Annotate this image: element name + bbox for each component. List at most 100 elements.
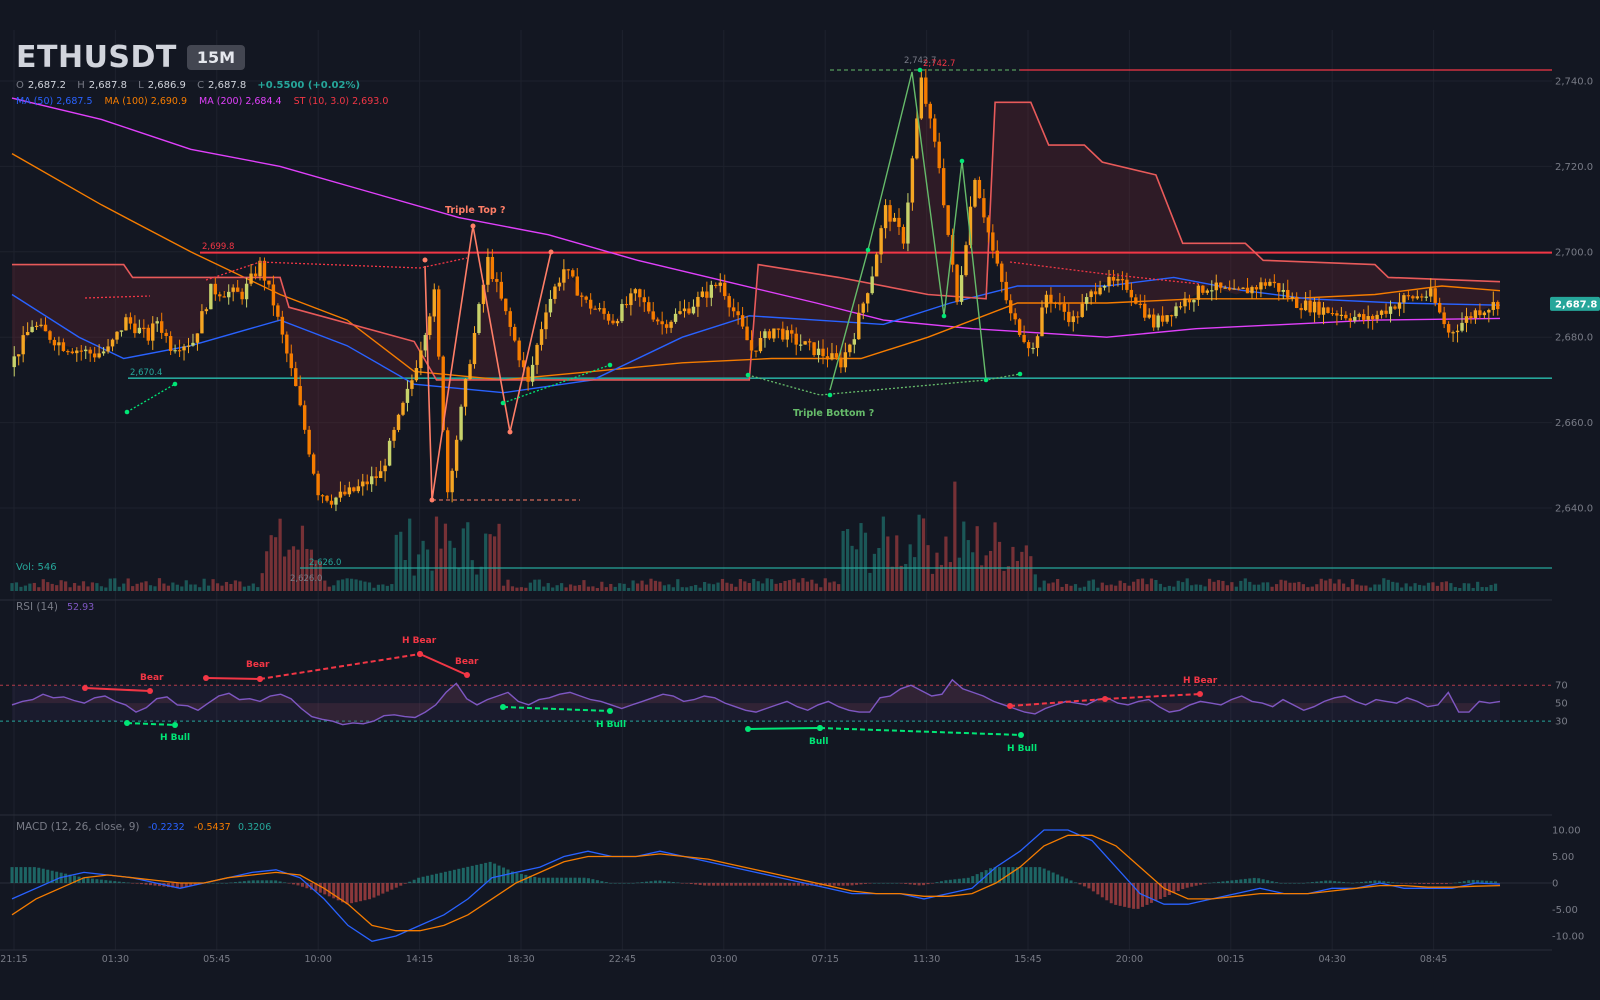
macd-hist-bar [1346, 882, 1350, 884]
timeframe-badge[interactable]: 15M [186, 45, 246, 70]
macd-hist-bar [86, 878, 90, 883]
macd-tick: -5.00 [1552, 905, 1578, 916]
volume-bar [46, 582, 50, 591]
rsi-pane[interactable]: Bear Bear H Bear Bear H Bull H Bull Bull H Bull… [0, 636, 1552, 754]
price-pane[interactable] [10, 67, 1552, 591]
candle-body [1062, 303, 1067, 312]
macd-hist-bar [1359, 881, 1363, 883]
rsi-divergence-label: Bear [246, 660, 270, 670]
macd-hist-bar [542, 877, 546, 883]
macd-hist-bar [117, 881, 121, 883]
macd-hist-bar [1082, 883, 1086, 887]
macd-hist-bar [430, 874, 434, 883]
macd-hist-bar [318, 883, 322, 893]
volume-bar [716, 582, 720, 591]
candle-body [1187, 298, 1192, 303]
macd-hist-bar [698, 883, 702, 886]
rsi-divergence-point [745, 726, 751, 732]
volume-bar [1337, 579, 1341, 591]
symbol-name[interactable]: ETHUSDT [16, 40, 177, 75]
volume-bar [752, 578, 756, 591]
macd-hist-bar [385, 883, 389, 892]
macd-hist-bar [19, 867, 23, 883]
macd-hist-bar [1051, 872, 1055, 883]
candle-body [66, 351, 70, 353]
pattern-point [548, 249, 554, 255]
volume-bar [957, 557, 961, 591]
pattern-point [983, 377, 989, 383]
volume-bar [1069, 585, 1073, 591]
volume-bar [774, 583, 778, 591]
rsi-divergence-point [1018, 732, 1024, 738]
indicator-legend-item[interactable]: MA (50) 2,687.5 [16, 96, 93, 107]
volume-bar [993, 522, 997, 591]
candle-body [986, 217, 991, 233]
volume-bar [367, 582, 372, 591]
indicator-legend-item[interactable]: ST (10, 3.0) 2,693.0 [294, 96, 389, 107]
macd-hist-bar [944, 880, 948, 883]
volume-bar [148, 585, 153, 591]
macd-hist-bar [1002, 867, 1006, 883]
volume-bar [761, 583, 765, 591]
candle-body [848, 344, 852, 353]
candle-body [17, 354, 21, 357]
volume-bar [944, 536, 948, 591]
volume-bar [618, 583, 622, 591]
macd-hist-bar [140, 883, 144, 885]
volume-bar [872, 553, 877, 591]
candle-body [168, 336, 173, 351]
pattern-point [959, 158, 965, 164]
triple-top-label: Triple Top ? [445, 205, 506, 216]
macd-hist-bar [220, 883, 224, 884]
candle-body [1160, 315, 1165, 322]
macd-hist-bar [1011, 867, 1015, 883]
trading-chart[interactable]: Bear Bear H Bear Bear H Bull H Bull Bull H Bull… [0, 0, 1600, 1000]
rsi-divergence-point [1197, 691, 1203, 697]
candle-body [1496, 302, 1500, 310]
macd-hist-bar [1167, 883, 1171, 896]
macd-hist-bar [837, 883, 841, 886]
rsi-divergence-label: H Bull [160, 733, 190, 743]
candle-body [1111, 276, 1116, 281]
macd-hist-bar [962, 878, 966, 883]
volume-bar [19, 586, 23, 591]
macd-hist-bar [131, 883, 135, 884]
candle-body [1259, 282, 1263, 290]
candle-body [687, 308, 691, 314]
candle-body [1143, 303, 1147, 318]
macd-tick: 10.00 [1552, 826, 1581, 837]
candle-body [1402, 295, 1406, 303]
volume-bar [1417, 584, 1422, 591]
volume-bar [1207, 578, 1212, 591]
volume-bar [1266, 582, 1270, 591]
indicator-legend-item[interactable]: MA (100) 2,690.9 [105, 96, 188, 107]
candle-body [946, 205, 950, 235]
candle-body [897, 217, 901, 227]
macd-hist-bar [211, 883, 215, 884]
candle-body [843, 352, 848, 368]
volume-bar [510, 586, 515, 591]
candle-body [79, 350, 83, 352]
candle-body [1076, 316, 1080, 318]
candle-body [486, 256, 490, 285]
macd-hist-bar [685, 883, 689, 884]
candle-body [575, 276, 579, 296]
macd-hist-bar [1467, 880, 1471, 883]
high-key: H [77, 80, 85, 91]
candle-body [870, 276, 874, 294]
candle-body [825, 356, 830, 360]
indicator-legend-item[interactable]: MA (200) 2,684.4 [199, 96, 282, 107]
volume-bar [1252, 584, 1256, 591]
volume-bar [1431, 582, 1435, 591]
candle-body [173, 350, 177, 352]
volume-bar [77, 585, 81, 591]
macd-pane[interactable] [0, 829, 1552, 942]
macd-hist-bar [1373, 880, 1377, 883]
macd-hist-bar [1221, 881, 1225, 883]
macd-hist-bar [533, 876, 537, 883]
macd-hist-bar [23, 867, 27, 883]
macd-hist-bar [761, 883, 765, 886]
candle-body [307, 429, 311, 455]
volume-bar [269, 535, 273, 591]
macd-hist-bar [242, 881, 246, 883]
